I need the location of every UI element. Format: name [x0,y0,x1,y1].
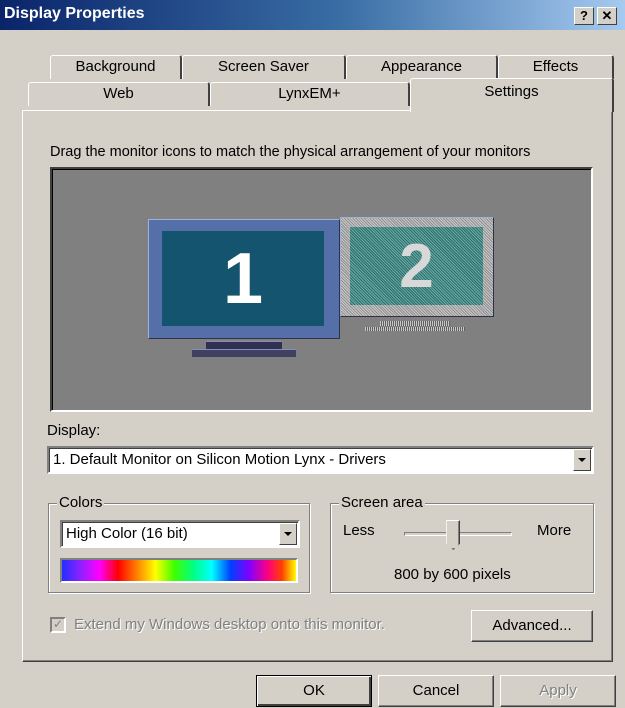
tab-settings[interactable]: Settings [410,78,614,112]
monitor-1-icon[interactable]: 1 [148,219,340,369]
tab-lynxem[interactable]: LynxEM+ [210,82,410,106]
tab-appearance[interactable]: Appearance [346,55,498,79]
tab-web[interactable]: Web [28,82,210,106]
color-spectrum-bar [60,558,298,583]
apply-button[interactable]: Apply [500,675,616,707]
chevron-down-icon[interactable] [573,449,591,471]
help-button[interactable]: ? [574,7,594,25]
slider-less-label: Less [343,522,375,539]
resolution-value-text: 800 by 600 pixels [394,566,511,583]
ok-button[interactable]: OK [256,675,372,707]
tab-background[interactable]: Background [50,55,182,79]
tab-effects[interactable]: Effects [498,55,614,79]
instruction-text: Drag the monitor icons to match the phys… [50,144,531,160]
window-title: Display Properties [4,5,145,22]
monitor-2-number: 2 [350,227,483,305]
screen-area-legend: Screen area [339,494,425,511]
monitor-2-icon[interactable]: 2 [340,217,494,337]
extend-desktop-label: Extend my Windows desktop onto this moni… [74,616,385,633]
monitor-1-number: 1 [162,231,324,326]
display-label: Display: [47,422,101,439]
chevron-down-icon[interactable] [279,523,297,545]
advanced-button[interactable]: Advanced... [471,610,593,642]
extend-desktop-checkbox[interactable]: ✓ [50,617,66,633]
slider-more-label: More [537,522,572,539]
monitor-arrangement-area[interactable]: 2 1 [50,167,593,412]
colors-legend: Colors [57,494,105,511]
colors-select[interactable]: High Color (16 bit) [60,520,300,548]
cancel-button[interactable]: Cancel [378,675,494,707]
colors-select-value: High Color (16 bit) [66,525,188,542]
display-select-value: 1. Default Monitor on Silicon Motion Lyn… [53,451,386,468]
display-select[interactable]: 1. Default Monitor on Silicon Motion Lyn… [47,446,594,474]
title-bar[interactable]: Display Properties ? ✕ [0,0,625,30]
tab-screen-saver[interactable]: Screen Saver [182,55,346,79]
close-button[interactable]: ✕ [597,7,617,25]
